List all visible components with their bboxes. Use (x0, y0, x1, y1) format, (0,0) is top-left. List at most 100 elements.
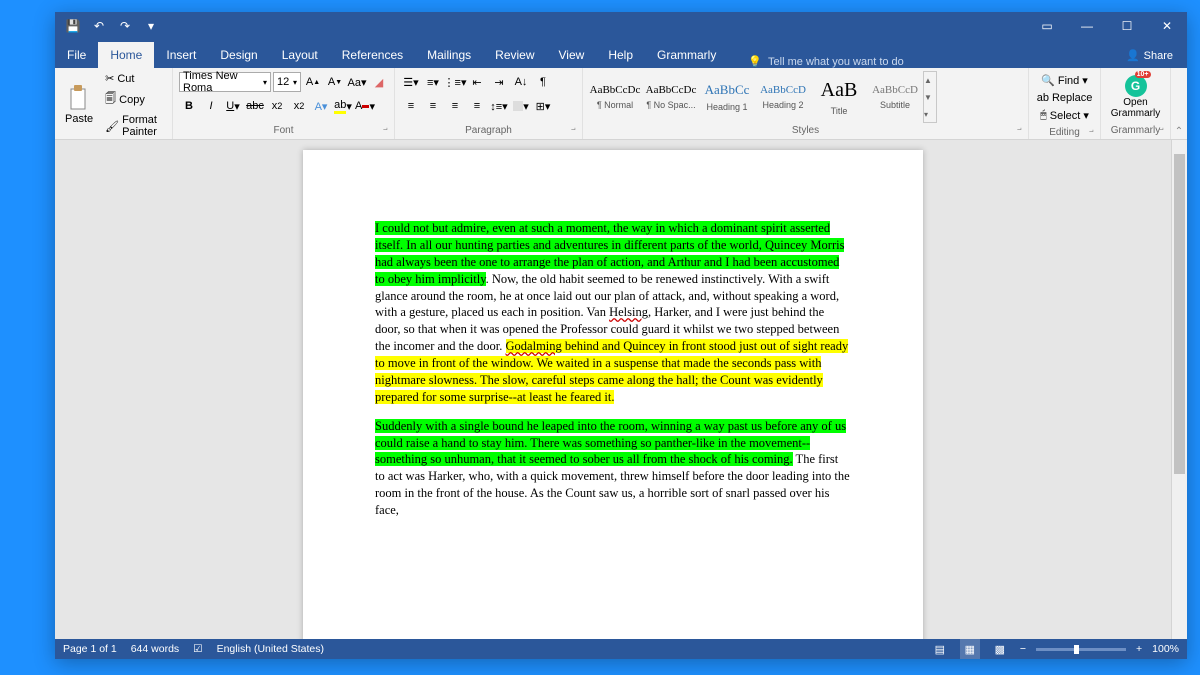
redo-icon[interactable]: ↷ (115, 16, 135, 36)
sort-button[interactable]: A↓ (511, 72, 531, 92)
tell-me-search[interactable]: 💡 Tell me what you want to do (748, 55, 903, 68)
page[interactable]: I could not but admire, even at such a m… (303, 150, 923, 639)
ribbon-opts-icon[interactable]: ▭ (1027, 12, 1067, 40)
tab-layout[interactable]: Layout (270, 42, 330, 68)
inc-indent-button[interactable]: ⇥ (489, 72, 509, 92)
italic-button[interactable]: I (201, 96, 221, 116)
cut-button[interactable]: ✂Cut (101, 70, 168, 87)
style-title[interactable]: AaBTitle (811, 71, 867, 123)
find-button[interactable]: 🔍Find▾ (1037, 72, 1092, 89)
styles-more-button[interactable]: ▲▼▾ (923, 71, 937, 123)
document-scroll[interactable]: I could not but admire, even at such a m… (55, 140, 1171, 639)
multilevel-button[interactable]: ⋮≡▾ (445, 72, 465, 92)
shading-button[interactable]: ▾ (511, 96, 531, 116)
clear-format-button[interactable]: ◢ (369, 72, 389, 92)
language-indicator[interactable]: English (United States) (217, 643, 324, 655)
tab-help[interactable]: Help (596, 42, 645, 68)
style-normal[interactable]: AaBbCcDc¶ Normal (587, 71, 643, 123)
print-layout-icon[interactable]: ▦ (960, 639, 980, 659)
justify-button[interactable]: ≡ (467, 96, 487, 116)
undo-icon[interactable]: ↶ (89, 16, 109, 36)
superscript-button[interactable]: x2 (289, 96, 309, 116)
shrink-font-button[interactable]: A▼ (325, 72, 345, 92)
maximize-icon[interactable]: ☐ (1107, 12, 1147, 40)
paste-button[interactable]: Paste (59, 83, 99, 127)
font-color-button[interactable]: A▾ (355, 96, 375, 116)
minimize-icon[interactable]: — (1067, 12, 1107, 40)
zoom-level[interactable]: 100% (1152, 643, 1179, 655)
styles-label: Styles (587, 124, 1024, 137)
line-spacing-button[interactable]: ↕≡▾ (489, 96, 509, 116)
scroll-thumb[interactable] (1174, 154, 1185, 474)
tab-file[interactable]: File (55, 42, 98, 68)
paragraph-1[interactable]: I could not but admire, even at such a m… (375, 220, 851, 406)
replace-icon: ab (1037, 92, 1049, 104)
numbering-button[interactable]: ≡▾ (423, 72, 443, 92)
quick-access-toolbar: 💾 ↶ ↷ ▾ (55, 16, 161, 36)
underline-button[interactable]: U▾ (223, 96, 243, 116)
tab-review[interactable]: Review (483, 42, 546, 68)
align-left-button[interactable]: ≡ (401, 96, 421, 116)
close-icon[interactable]: ✕ (1147, 12, 1187, 40)
grammarly-label: Grammarly (1105, 124, 1166, 137)
grammarly-icon: G10+ (1125, 75, 1147, 97)
highlight-button[interactable]: ab▾ (333, 96, 353, 116)
document-area: I could not but admire, even at such a m… (55, 140, 1187, 639)
dec-indent-button[interactable]: ⇤ (467, 72, 487, 92)
align-right-button[interactable]: ≡ (445, 96, 465, 116)
page-indicator[interactable]: Page 1 of 1 (63, 643, 117, 655)
tab-home[interactable]: Home (98, 42, 154, 68)
change-case-button[interactable]: Aa▾ (347, 72, 367, 92)
copy-icon: 🗐 (105, 90, 116, 109)
find-icon: 🔍 (1041, 74, 1055, 87)
tab-view[interactable]: View (547, 42, 597, 68)
share-button[interactable]: 👤 Share (1112, 43, 1187, 68)
format-painter-button[interactable]: 🖌Format Painter (101, 112, 168, 140)
lightbulb-icon: 💡 (748, 55, 762, 68)
proofing-icon[interactable]: ☑ (193, 643, 202, 655)
tab-mailings[interactable]: Mailings (415, 42, 483, 68)
app-window: 💾 ↶ ↷ ▾ ▭ — ☐ ✕ File Home Insert Design … (55, 12, 1187, 659)
statusbar: Page 1 of 1 644 words ☑ English (United … (55, 639, 1187, 659)
style-heading2[interactable]: AaBbCcDHeading 2 (755, 71, 811, 123)
word-count[interactable]: 644 words (131, 643, 179, 655)
show-marks-button[interactable]: ¶ (533, 72, 553, 92)
qat-more-icon[interactable]: ▾ (141, 16, 161, 36)
titlebar: 💾 ↶ ↷ ▾ ▭ — ☐ ✕ (55, 12, 1187, 40)
zoom-slider[interactable] (1036, 648, 1126, 651)
read-mode-icon[interactable]: ▤ (930, 639, 950, 659)
collapse-ribbon-button[interactable]: ⌃ (1171, 68, 1187, 139)
vertical-scrollbar[interactable] (1171, 140, 1187, 639)
replace-button[interactable]: abReplace (1033, 90, 1097, 106)
cut-icon: ✂ (105, 72, 114, 85)
tab-design[interactable]: Design (208, 42, 269, 68)
select-button[interactable]: 🖱Select▾ (1036, 107, 1093, 124)
bullets-button[interactable]: ☰▾ (401, 72, 421, 92)
paragraph-label: Paragraph (399, 124, 578, 137)
select-icon: 🖱 (1040, 109, 1047, 122)
tab-insert[interactable]: Insert (154, 42, 208, 68)
strike-button[interactable]: abc (245, 96, 265, 116)
style-heading1[interactable]: AaBbCcHeading 1 (699, 71, 755, 123)
paragraph-2[interactable]: Suddenly with a single bound he leaped i… (375, 418, 851, 519)
subscript-button[interactable]: x2 (267, 96, 287, 116)
grow-font-button[interactable]: A▲ (303, 72, 323, 92)
font-label: Font (177, 124, 390, 137)
style-no-spacing[interactable]: AaBbCcDc¶ No Spac... (643, 71, 699, 123)
text-effects-button[interactable]: A▾ (311, 96, 331, 116)
tab-references[interactable]: References (330, 42, 415, 68)
font-size-select[interactable]: 12▾ (273, 72, 301, 92)
zoom-in-button[interactable]: + (1136, 643, 1142, 655)
ribbon: Paste ✂Cut 🗐Copy 🖌Format Painter Clipboa… (55, 68, 1187, 140)
style-subtitle[interactable]: AaBbCcDSubtitle (867, 71, 923, 123)
web-layout-icon[interactable]: ▩ (990, 639, 1010, 659)
copy-button[interactable]: 🗐Copy (101, 88, 168, 111)
borders-button[interactable]: ⊞▾ (533, 96, 553, 116)
tab-grammarly[interactable]: Grammarly (645, 42, 728, 68)
save-icon[interactable]: 💾 (63, 16, 83, 36)
zoom-out-button[interactable]: − (1020, 643, 1026, 655)
open-grammarly-button[interactable]: G10+ Open Grammarly (1105, 73, 1166, 121)
bold-button[interactable]: B (179, 96, 199, 116)
font-name-select[interactable]: Times New Roma▾ (179, 72, 271, 92)
align-center-button[interactable]: ≡ (423, 96, 443, 116)
